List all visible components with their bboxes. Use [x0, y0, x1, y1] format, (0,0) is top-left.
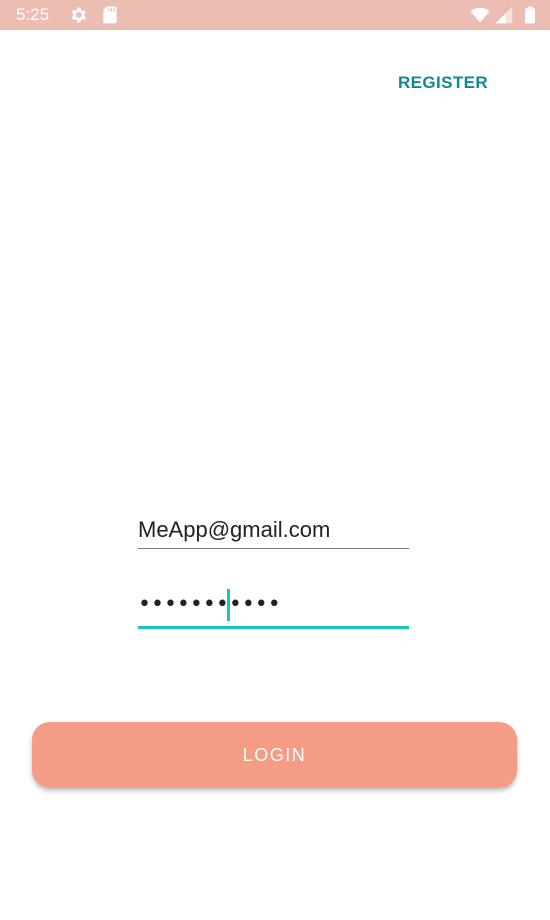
gear-icon: [71, 7, 86, 23]
login-screen: 5:25 REGISTER ••••••••••• LOGIN: [0, 0, 550, 920]
sd-card-icon: [103, 6, 117, 24]
login-button-label: LOGIN: [242, 745, 307, 765]
wifi-icon: [470, 7, 490, 23]
password-field[interactable]: •••••••••••: [138, 586, 409, 629]
status-time: 5:25: [16, 5, 50, 24]
email-field[interactable]: [138, 512, 409, 549]
signal-icon: [495, 6, 513, 24]
text-cursor: [227, 589, 230, 621]
register-link[interactable]: REGISTER: [398, 73, 488, 93]
login-button[interactable]: LOGIN: [32, 722, 517, 788]
password-masked-value: •••••••••••: [138, 592, 281, 617]
battery-icon: [525, 6, 535, 24]
status-bar: 5:25: [0, 0, 550, 30]
